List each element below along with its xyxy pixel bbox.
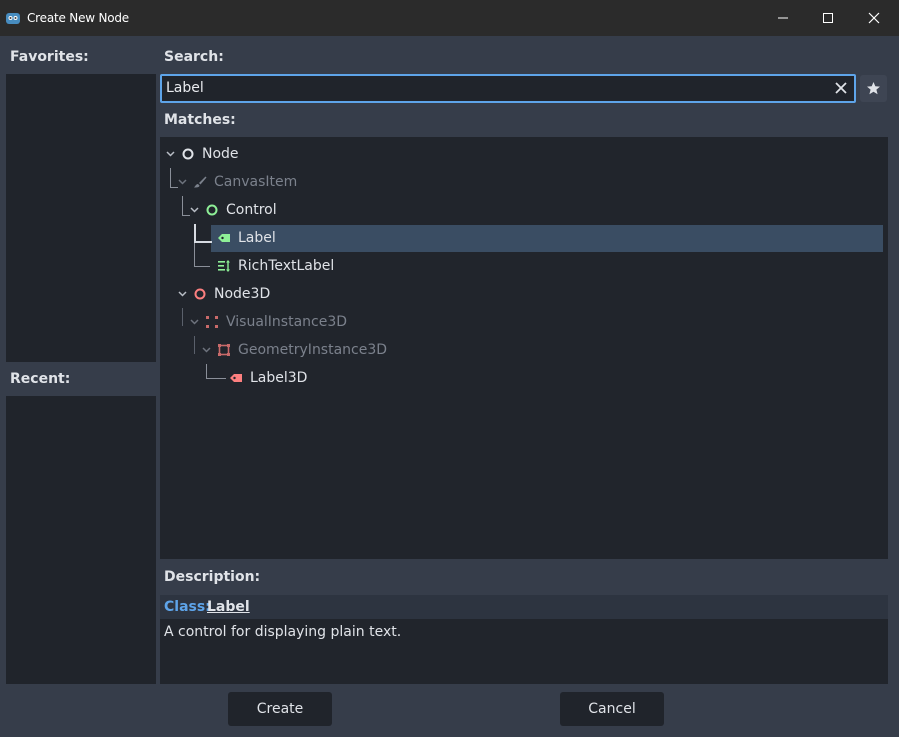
favorites-list[interactable] (6, 74, 156, 362)
tree-guide (182, 308, 183, 326)
class-prefix: Class: (164, 599, 211, 615)
window-title: Create New Node (27, 11, 129, 25)
node-circle-icon (182, 148, 194, 160)
description-body: A control for displaying plain text. (160, 619, 888, 684)
tree-item-label: Node (202, 146, 239, 162)
description-header: Class: Label (160, 595, 888, 619)
title-bar: Create New Node (0, 0, 899, 36)
search-field[interactable] (160, 74, 856, 103)
description-text: A control for displaying plain text. (164, 624, 402, 640)
maximize-button[interactable] (805, 0, 851, 36)
tree-guide (194, 243, 195, 267)
tree-guide (194, 266, 210, 267)
description-label: Description: (164, 569, 261, 585)
chevron-down-icon[interactable] (202, 347, 211, 353)
chevron-down-icon[interactable] (190, 319, 199, 325)
tree-guide (194, 336, 195, 354)
tree-item-label: Node3D (214, 286, 271, 302)
tree-item-label: Label (238, 230, 276, 246)
tree-item-label: GeometryInstance3D (238, 342, 388, 358)
class-name-link[interactable]: Label (207, 595, 250, 619)
tree-guide (194, 224, 196, 242)
close-icon (868, 12, 880, 24)
close-window-button[interactable] (851, 0, 897, 36)
tree-item-label: Control (226, 202, 277, 218)
tree-guide (206, 364, 207, 379)
selected-row-highlight (211, 225, 883, 252)
node3d-circle-icon (194, 288, 206, 300)
label3d-tag-icon (230, 374, 242, 382)
brush-icon (194, 176, 207, 188)
tree-item-label: CanvasItem (214, 174, 298, 190)
search-label: Search: (164, 49, 224, 65)
godot-app-icon (6, 13, 20, 24)
chevron-down-icon[interactable] (190, 207, 199, 213)
chevron-down-icon[interactable] (166, 151, 175, 157)
minimize-button[interactable] (760, 0, 806, 36)
maximize-icon (823, 13, 833, 23)
tree-item-label: RichTextLabel (238, 258, 335, 274)
tree-guide (170, 168, 171, 188)
tree-item-label: Label3D (250, 370, 308, 386)
tree-guide (206, 378, 226, 379)
minimize-icon (778, 17, 788, 19)
rich-text-icon (218, 260, 230, 272)
search-input[interactable] (166, 78, 816, 98)
tree-guide (170, 187, 178, 188)
tree-guide (182, 196, 183, 216)
control-circle-icon (206, 204, 218, 216)
recent-label: Recent: (10, 371, 71, 387)
tree-item-label: VisualInstance3D (226, 314, 348, 330)
visual-instance-icon (206, 316, 218, 328)
chevron-down-icon[interactable] (178, 179, 187, 185)
star-icon (867, 82, 880, 95)
recent-list[interactable] (6, 396, 156, 684)
cancel-button[interactable]: Cancel (560, 692, 664, 726)
matches-label: Matches: (164, 112, 236, 128)
tree-guide (182, 215, 190, 216)
chevron-down-icon[interactable] (178, 291, 187, 297)
label-tag-icon (218, 234, 230, 242)
favorite-button[interactable] (860, 75, 887, 102)
geometry-instance-icon (218, 344, 230, 356)
create-button[interactable]: Create (228, 692, 332, 726)
tree-guide (194, 241, 212, 243)
clear-search-icon[interactable] (834, 81, 848, 95)
favorites-label: Favorites: (10, 49, 89, 65)
